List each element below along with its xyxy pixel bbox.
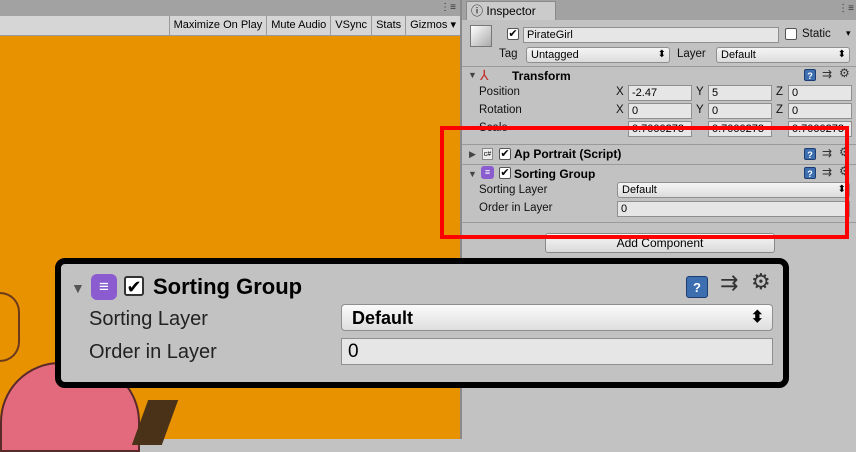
stats-button[interactable]: Stats [371,16,405,35]
preset-icon[interactable]: ⇉ [822,67,832,81]
active-checkbox[interactable]: ✔ [507,28,519,40]
object-name-field[interactable]: PirateGirl [523,27,779,43]
gear-icon[interactable]: ⚙ [839,66,850,80]
static-dropdown-arrow[interactable]: ▾ [846,28,851,39]
transform-icon: ⅄ [480,67,489,83]
sorting-group-zoom-callout: ▼ ≡ ✔ Sorting Group ? ⇉ ⚙ Sorting Layer … [55,258,789,388]
rotation-label: Rotation [479,104,522,116]
divider [462,66,856,67]
inspector-menu-icon[interactable]: ⋮≡ [838,3,854,14]
help-book-icon[interactable]: ? [804,69,816,81]
transform-title: Transform [512,69,571,83]
vsync-button[interactable]: VSync [330,16,371,35]
game-toolbar: Maximize On Play Mute Audio VSync Stats … [0,16,460,36]
game-menu-icon[interactable]: ⋮≡ [440,2,456,13]
position-y-field[interactable]: 5 [708,85,772,101]
position-x-field[interactable]: -2.47 [628,85,692,101]
sorting-layer-dropdown[interactable]: Default [341,304,773,331]
inspector-tab[interactable]: ⓘ Inspector [466,1,556,20]
mute-audio-button[interactable]: Mute Audio [266,16,330,35]
order-in-layer-label: Order in Layer [89,341,217,363]
static-label: Static [802,28,831,40]
layer-dropdown[interactable]: Default [716,47,850,63]
axis-x-label: X [616,104,624,116]
tag-label: Tag [499,48,518,60]
sorting-group-icon: ≡ [91,274,117,300]
axis-x-label: X [616,86,624,98]
axis-z-label: Z [776,86,784,98]
foldout-expanded-icon[interactable]: ▼ [468,70,477,80]
foldout-expanded-icon[interactable]: ▼ [71,280,85,296]
position-label: Position [479,86,520,98]
sorting-group-enabled-checkbox[interactable]: ✔ [124,276,144,296]
highlight-box [440,126,849,239]
axis-z-label: Z [776,104,784,116]
axis-y-label: Y [696,104,704,116]
sorting-layer-label: Sorting Layer [89,308,208,330]
rotation-z-field[interactable]: 0 [788,103,852,119]
static-checkbox[interactable] [785,28,797,40]
preset-icon[interactable]: ⇉ [720,270,738,296]
character-hair-curl [0,292,20,362]
character-horn [131,400,179,445]
axis-y-label: Y [696,86,704,98]
info-icon: ⓘ [471,4,484,18]
game-tab-bar: ⋮≡ [0,0,460,16]
gameobject-cube-icon [470,25,492,47]
sorting-group-title: Sorting Group [153,274,303,299]
layer-label: Layer [677,48,706,60]
rotation-x-field[interactable]: 0 [628,103,692,119]
gear-icon[interactable]: ⚙ [751,269,771,295]
rotation-y-field[interactable]: 0 [708,103,772,119]
gizmos-button[interactable]: Gizmos ▾ [405,16,460,35]
inspector-tab-bar: ⓘ Inspector ⋮≡ [462,0,856,20]
maximize-on-play-button[interactable]: Maximize On Play [168,16,267,35]
order-in-layer-field[interactable]: 0 [341,338,773,365]
inspector-tab-label: Inspector [486,4,536,18]
help-book-icon[interactable]: ? [686,276,708,298]
position-z-field[interactable]: 0 [788,85,852,101]
tag-dropdown[interactable]: Untagged [526,47,670,63]
